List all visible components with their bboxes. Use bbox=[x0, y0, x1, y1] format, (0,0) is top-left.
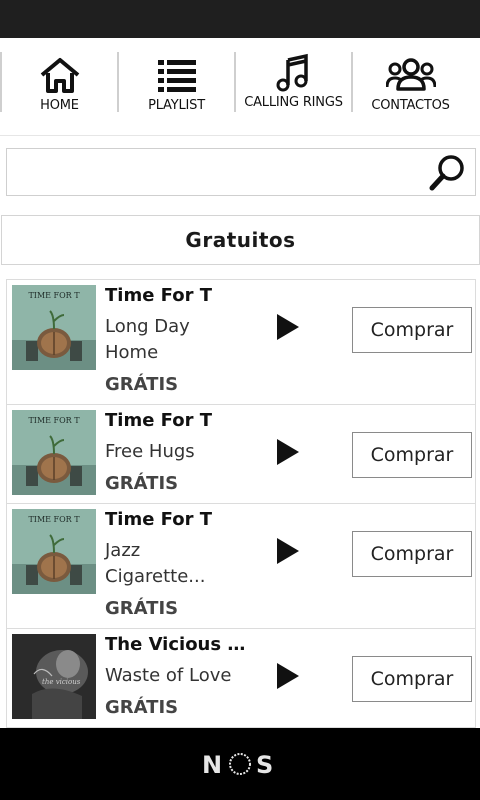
svg-text:TIME FOR T: TIME FOR T bbox=[28, 515, 80, 524]
album-cover: TIME FOR T bbox=[12, 410, 96, 495]
nav-label-calling-rings: CALLING RINGS bbox=[244, 95, 343, 110]
album-cover-brain: TIME FOR T bbox=[12, 410, 96, 495]
svg-text:N: N bbox=[202, 751, 222, 779]
top-navigation: HOME PLAYLIST CALLING RINGS CONTACTOS bbox=[0, 38, 480, 136]
track-price: GRÁTIS bbox=[105, 473, 179, 494]
home-icon bbox=[40, 58, 79, 93]
track-title: Jazz Cigarette... bbox=[105, 540, 206, 587]
buy-button[interactable]: Comprar bbox=[352, 432, 472, 478]
track-price: GRÁTIS bbox=[105, 598, 179, 619]
track-row: TIME FOR T Time For T Free Hugs GRÁTIS C… bbox=[7, 405, 475, 504]
status-bar bbox=[0, 0, 480, 38]
track-list: TIME FOR T Time For T Long Day Home GRÁT… bbox=[6, 279, 476, 728]
track-artist: The Vicious Fi... bbox=[105, 634, 255, 655]
play-icon[interactable] bbox=[275, 536, 301, 566]
track-row: the vicious The Vicious Fi... Waste of L… bbox=[7, 629, 475, 728]
album-cover-brain: TIME FOR T bbox=[12, 285, 96, 370]
track-artist: Time For T bbox=[105, 285, 213, 306]
music-note-icon bbox=[276, 53, 308, 92]
search-input[interactable] bbox=[13, 153, 417, 191]
nav-item-home[interactable]: HOME bbox=[2, 38, 117, 136]
nav-item-calling-rings[interactable]: CALLING RINGS bbox=[236, 38, 351, 136]
nav-label-contactos: CONTACTOS bbox=[371, 98, 450, 113]
play-icon[interactable] bbox=[275, 312, 301, 342]
track-artist: Time For T bbox=[105, 509, 213, 530]
people-icon bbox=[385, 58, 436, 91]
section-title: Gratuitos bbox=[1, 215, 480, 265]
search-icon[interactable] bbox=[427, 153, 467, 193]
play-icon[interactable] bbox=[275, 661, 301, 691]
track-title: Long Day Home bbox=[105, 316, 190, 363]
nav-label-playlist: PLAYLIST bbox=[148, 98, 205, 113]
footer-bar: N S bbox=[0, 728, 480, 800]
buy-button[interactable]: Comprar bbox=[352, 531, 472, 577]
album-cover-brain: TIME FOR T bbox=[12, 509, 96, 594]
track-price: GRÁTIS bbox=[105, 697, 179, 718]
list-icon bbox=[157, 60, 196, 92]
svg-text:the vicious: the vicious bbox=[42, 678, 81, 686]
buy-button[interactable]: Comprar bbox=[352, 656, 472, 702]
search-bar bbox=[6, 148, 476, 196]
nav-label-home: HOME bbox=[40, 98, 79, 113]
track-title: Waste of Love bbox=[105, 665, 232, 686]
brand-logo: N S bbox=[202, 751, 273, 779]
track-row: TIME FOR T Time For T Long Day Home GRÁT… bbox=[7, 280, 475, 405]
buy-button[interactable]: Comprar bbox=[352, 307, 472, 353]
play-icon[interactable] bbox=[275, 437, 301, 467]
track-title: Free Hugs bbox=[105, 441, 195, 462]
track-artist: Time For T bbox=[105, 410, 213, 431]
track-row: TIME FOR T Time For T Jazz Cigarette... … bbox=[7, 504, 475, 629]
track-price: GRÁTIS bbox=[105, 374, 179, 395]
album-cover-grayscale: the vicious bbox=[12, 634, 96, 719]
album-cover: TIME FOR T bbox=[12, 285, 96, 370]
svg-text:S: S bbox=[256, 751, 273, 779]
nav-item-contactos[interactable]: CONTACTOS bbox=[353, 38, 468, 136]
nav-item-playlist[interactable]: PLAYLIST bbox=[119, 38, 234, 136]
album-cover: TIME FOR T bbox=[12, 509, 96, 594]
svg-text:TIME FOR T: TIME FOR T bbox=[28, 416, 80, 425]
album-cover: the vicious bbox=[12, 634, 96, 719]
svg-text:TIME FOR T: TIME FOR T bbox=[28, 291, 80, 300]
